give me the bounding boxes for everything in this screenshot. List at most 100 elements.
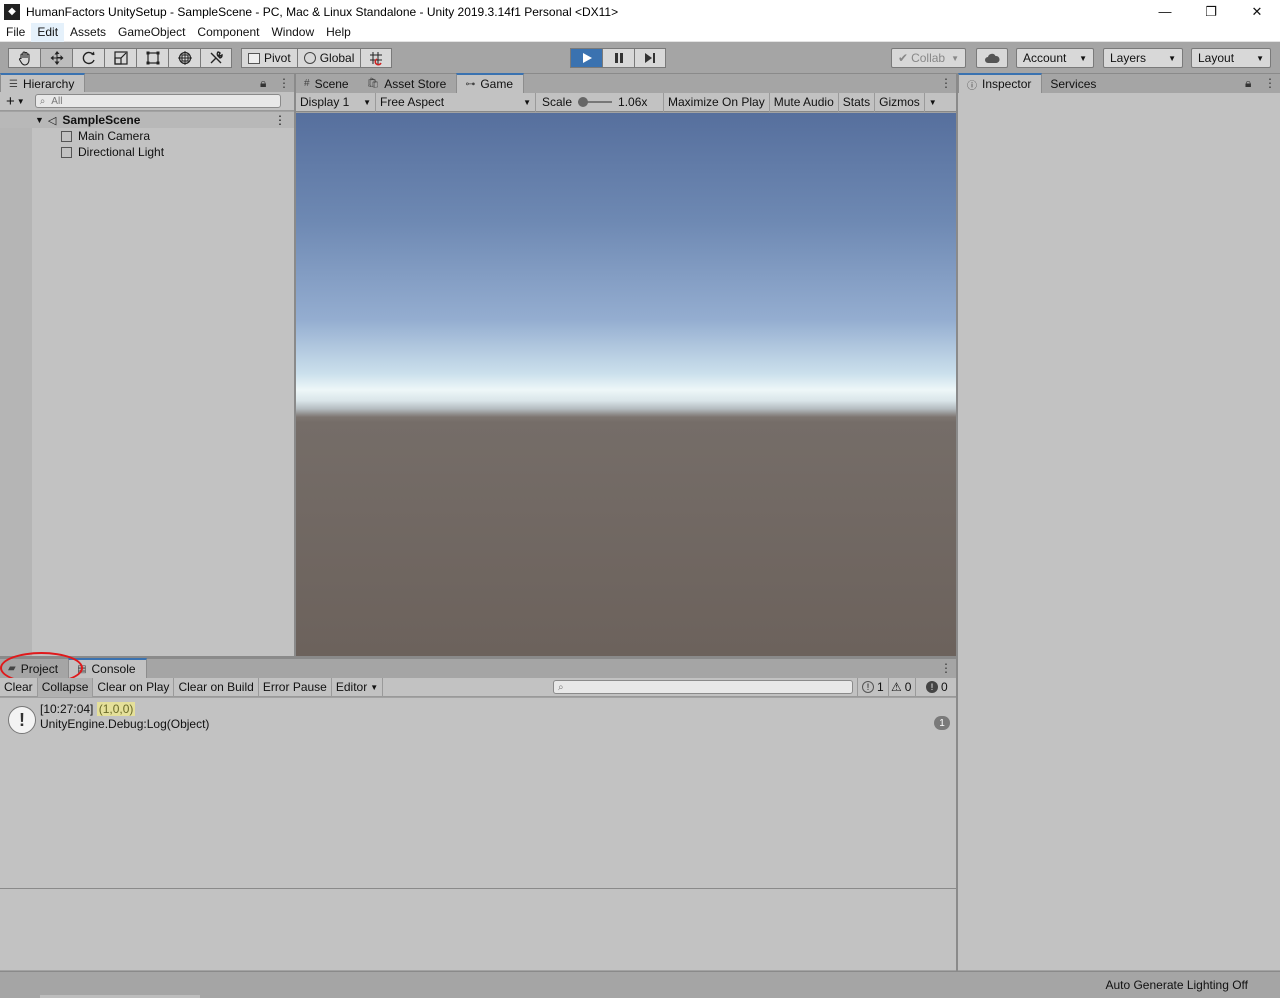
menu-help[interactable]: Help xyxy=(320,23,357,42)
panel-menu-icon[interactable]: ⋮ xyxy=(278,76,290,90)
console-collapse-toggle[interactable]: Collapse xyxy=(37,677,94,697)
close-button[interactable]: ✕ xyxy=(1234,0,1280,23)
custom-tool-button[interactable] xyxy=(200,48,232,68)
step-button[interactable] xyxy=(634,48,666,68)
tab-inspector-label: Inspector xyxy=(982,77,1032,91)
restore-button[interactable]: ❐ xyxy=(1188,0,1234,23)
collab-check-icon: ✔ xyxy=(898,51,909,65)
tab-scene-label: Scene xyxy=(314,76,349,91)
move-arrows-icon xyxy=(50,51,63,65)
game-view-viewport[interactable] xyxy=(296,113,956,656)
scale-slider[interactable] xyxy=(578,97,613,107)
info-filter-toggle[interactable]: ! 1 xyxy=(857,677,889,697)
tab-project[interactable]: ▰ Project xyxy=(0,659,68,678)
hierarchy-toolbar: + ▼ ⌕ All xyxy=(0,92,294,111)
move-tool-button[interactable] xyxy=(40,48,72,68)
cloud-button[interactable] xyxy=(976,48,1008,68)
info-message-icon: ! xyxy=(8,706,36,734)
stats-toggle[interactable]: Stats xyxy=(839,92,876,112)
editor-dropdown[interactable]: Editor ▼ xyxy=(332,677,384,697)
clear-on-play-toggle[interactable]: Clear on Play xyxy=(93,677,175,697)
gameobject-cube-icon xyxy=(61,130,72,142)
account-dropdown[interactable]: Account ▼ xyxy=(1016,48,1094,68)
title-bar: ◆ HumanFactors UnitySetup - SampleScene … xyxy=(0,0,1280,23)
lock-icon[interactable]: 🔒︎ xyxy=(1245,76,1251,91)
grid-snap-button[interactable] xyxy=(360,48,393,68)
hierarchy-item-directional-light[interactable]: Directional Light xyxy=(0,144,294,160)
hand-tool-button[interactable] xyxy=(8,48,40,68)
panel-menu-icon[interactable]: ⋮ xyxy=(1264,76,1276,90)
lock-icon[interactable]: 🔒︎ xyxy=(260,76,266,91)
tab-hierarchy[interactable]: ☰ Hierarchy xyxy=(0,73,86,93)
menu-component[interactable]: Component xyxy=(191,23,265,42)
minimize-button[interactable]: — xyxy=(1142,0,1188,23)
warning-icon: ⚠ xyxy=(891,680,902,694)
collab-dropdown[interactable]: ✔ Collab ▼ xyxy=(891,48,966,68)
rotate-tool-button[interactable] xyxy=(72,48,104,68)
console-log-entry[interactable]: ! [10:27:04] (1,0,0) UnityEngine.Debug:L… xyxy=(0,702,956,734)
log-timestamp: [10:27:04] xyxy=(40,702,94,716)
error-pause-toggle[interactable]: Error Pause xyxy=(259,677,332,697)
scene-menu-icon[interactable]: ⋮ xyxy=(274,113,286,127)
pause-icon xyxy=(614,53,623,63)
status-text[interactable]: Auto Generate Lighting Off xyxy=(1105,978,1248,992)
console-clear-button[interactable]: Clear xyxy=(0,677,38,697)
scale-slider-group: Scale 1.06x xyxy=(536,92,664,112)
editor-label: Editor xyxy=(335,680,368,694)
stats-label: Stats xyxy=(842,95,871,109)
game-view-toolbar: Display 1 ▼ Free Aspect ▼ Scale 1.06x Ma… xyxy=(296,92,956,112)
menu-gameobject[interactable]: GameObject xyxy=(112,23,191,42)
menu-window[interactable]: Window xyxy=(265,23,320,42)
layout-label: Layout xyxy=(1198,51,1235,65)
slider-thumb[interactable] xyxy=(578,97,589,107)
panel-menu-icon[interactable]: ⋮ xyxy=(940,76,952,90)
tab-asset-store[interactable]: 🛍︎ Asset Store xyxy=(359,74,457,93)
wrench-icon xyxy=(210,51,223,64)
maximize-on-play-toggle[interactable]: Maximize On Play xyxy=(664,92,770,112)
error-icon: ! xyxy=(926,681,938,693)
grid-icon: # xyxy=(304,78,310,89)
layers-dropdown[interactable]: Layers ▼ xyxy=(1103,48,1183,68)
scale-tool-button[interactable] xyxy=(104,48,136,68)
layout-dropdown[interactable]: Layout ▼ xyxy=(1191,48,1271,68)
console-search-input[interactable]: ⌕ xyxy=(553,680,853,694)
play-button[interactable] xyxy=(570,48,602,68)
gizmos-label: Gizmos xyxy=(879,95,920,109)
grid-snap-icon xyxy=(370,52,383,66)
hierarchy-search-input[interactable]: ⌕ All xyxy=(34,94,281,108)
gizmos-toggle[interactable]: Gizmos xyxy=(875,92,925,112)
clear-on-build-toggle[interactable]: Clear on Build xyxy=(174,677,259,697)
hierarchy-tabbar: ☰ Hierarchy 🔒︎ ⋮ xyxy=(0,73,294,94)
pivot-toggle[interactable]: Pivot xyxy=(241,48,297,68)
pause-button[interactable] xyxy=(602,48,634,68)
aspect-dropdown[interactable]: Free Aspect ▼ xyxy=(376,92,536,112)
error-filter-toggle[interactable]: ! 0 xyxy=(922,678,952,697)
caret-down-icon[interactable]: ▼ xyxy=(17,97,25,106)
panel-menu-icon[interactable]: ⋮ xyxy=(940,661,952,675)
menu-edit[interactable]: Edit xyxy=(31,22,65,42)
tab-game[interactable]: ⊶ Game xyxy=(456,73,525,93)
gizmos-dropdown[interactable]: ▼ xyxy=(925,93,941,112)
tab-console[interactable]: ▤ Console xyxy=(68,658,147,678)
hierarchy-scene-row[interactable]: ▼ ◁ SampleScene ⋮ xyxy=(0,112,294,128)
tab-inspector[interactable]: ⓘ Inspector xyxy=(958,73,1043,93)
hierarchy-item-main-camera[interactable]: Main Camera xyxy=(0,128,294,144)
console-detail-divider[interactable] xyxy=(0,888,956,889)
warning-filter-toggle[interactable]: ⚠ 0 xyxy=(887,677,917,697)
scene-name: SampleScene xyxy=(62,113,141,127)
transform-tools xyxy=(8,48,232,68)
caret-down-icon: ▼ xyxy=(363,97,371,107)
tab-scene[interactable]: # Scene xyxy=(296,74,359,93)
log-stack-detail: UnityEngine.Debug:Log(Object) xyxy=(40,717,210,731)
transform-tool-button[interactable] xyxy=(168,48,200,68)
global-toggle[interactable]: Global xyxy=(296,48,361,68)
tab-services[interactable]: Services xyxy=(1042,74,1106,93)
rect-tool-button[interactable] xyxy=(136,48,168,68)
menu-file[interactable]: File xyxy=(0,23,31,42)
mute-audio-toggle[interactable]: Mute Audio xyxy=(770,92,839,112)
menu-assets[interactable]: Assets xyxy=(64,23,112,42)
create-add-icon[interactable]: + xyxy=(6,93,15,110)
expand-arrow-icon[interactable]: ▼ xyxy=(35,115,44,125)
display-dropdown[interactable]: Display 1 ▼ xyxy=(296,92,376,112)
caret-down-icon: ▼ xyxy=(370,682,379,692)
